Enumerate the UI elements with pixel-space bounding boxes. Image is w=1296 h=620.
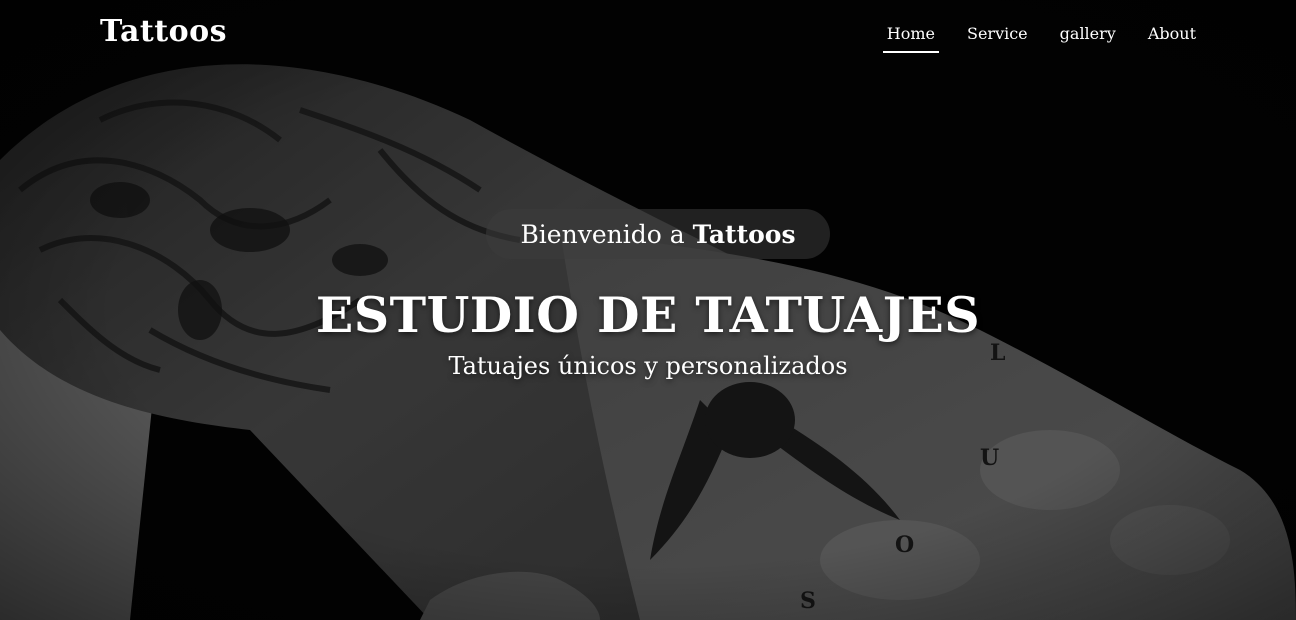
nav-item-about[interactable]: About — [1132, 24, 1212, 43]
nav-item-service[interactable]: Service — [951, 24, 1044, 43]
navbar: Tattoos Home Service gallery About — [0, 0, 1296, 70]
hero-title: ESTUDIO DE TATUAJES — [315, 286, 981, 344]
welcome-brand: Tattoos — [692, 219, 796, 249]
hero-section: S O U L Tattoos Home Service gallery Abo… — [0, 0, 1296, 620]
main-nav: Home Service gallery About — [871, 24, 1212, 53]
hero-subtitle: Tatuajes únicos y personalizados — [448, 352, 848, 380]
nav-item-gallery[interactable]: gallery — [1044, 24, 1132, 43]
brand-logo[interactable]: Tattoos — [100, 14, 227, 49]
welcome-badge: Bienvenido a Tattoos — [486, 209, 830, 259]
welcome-text: Bienvenido a — [520, 219, 685, 249]
nav-item-home[interactable]: Home — [871, 24, 951, 53]
